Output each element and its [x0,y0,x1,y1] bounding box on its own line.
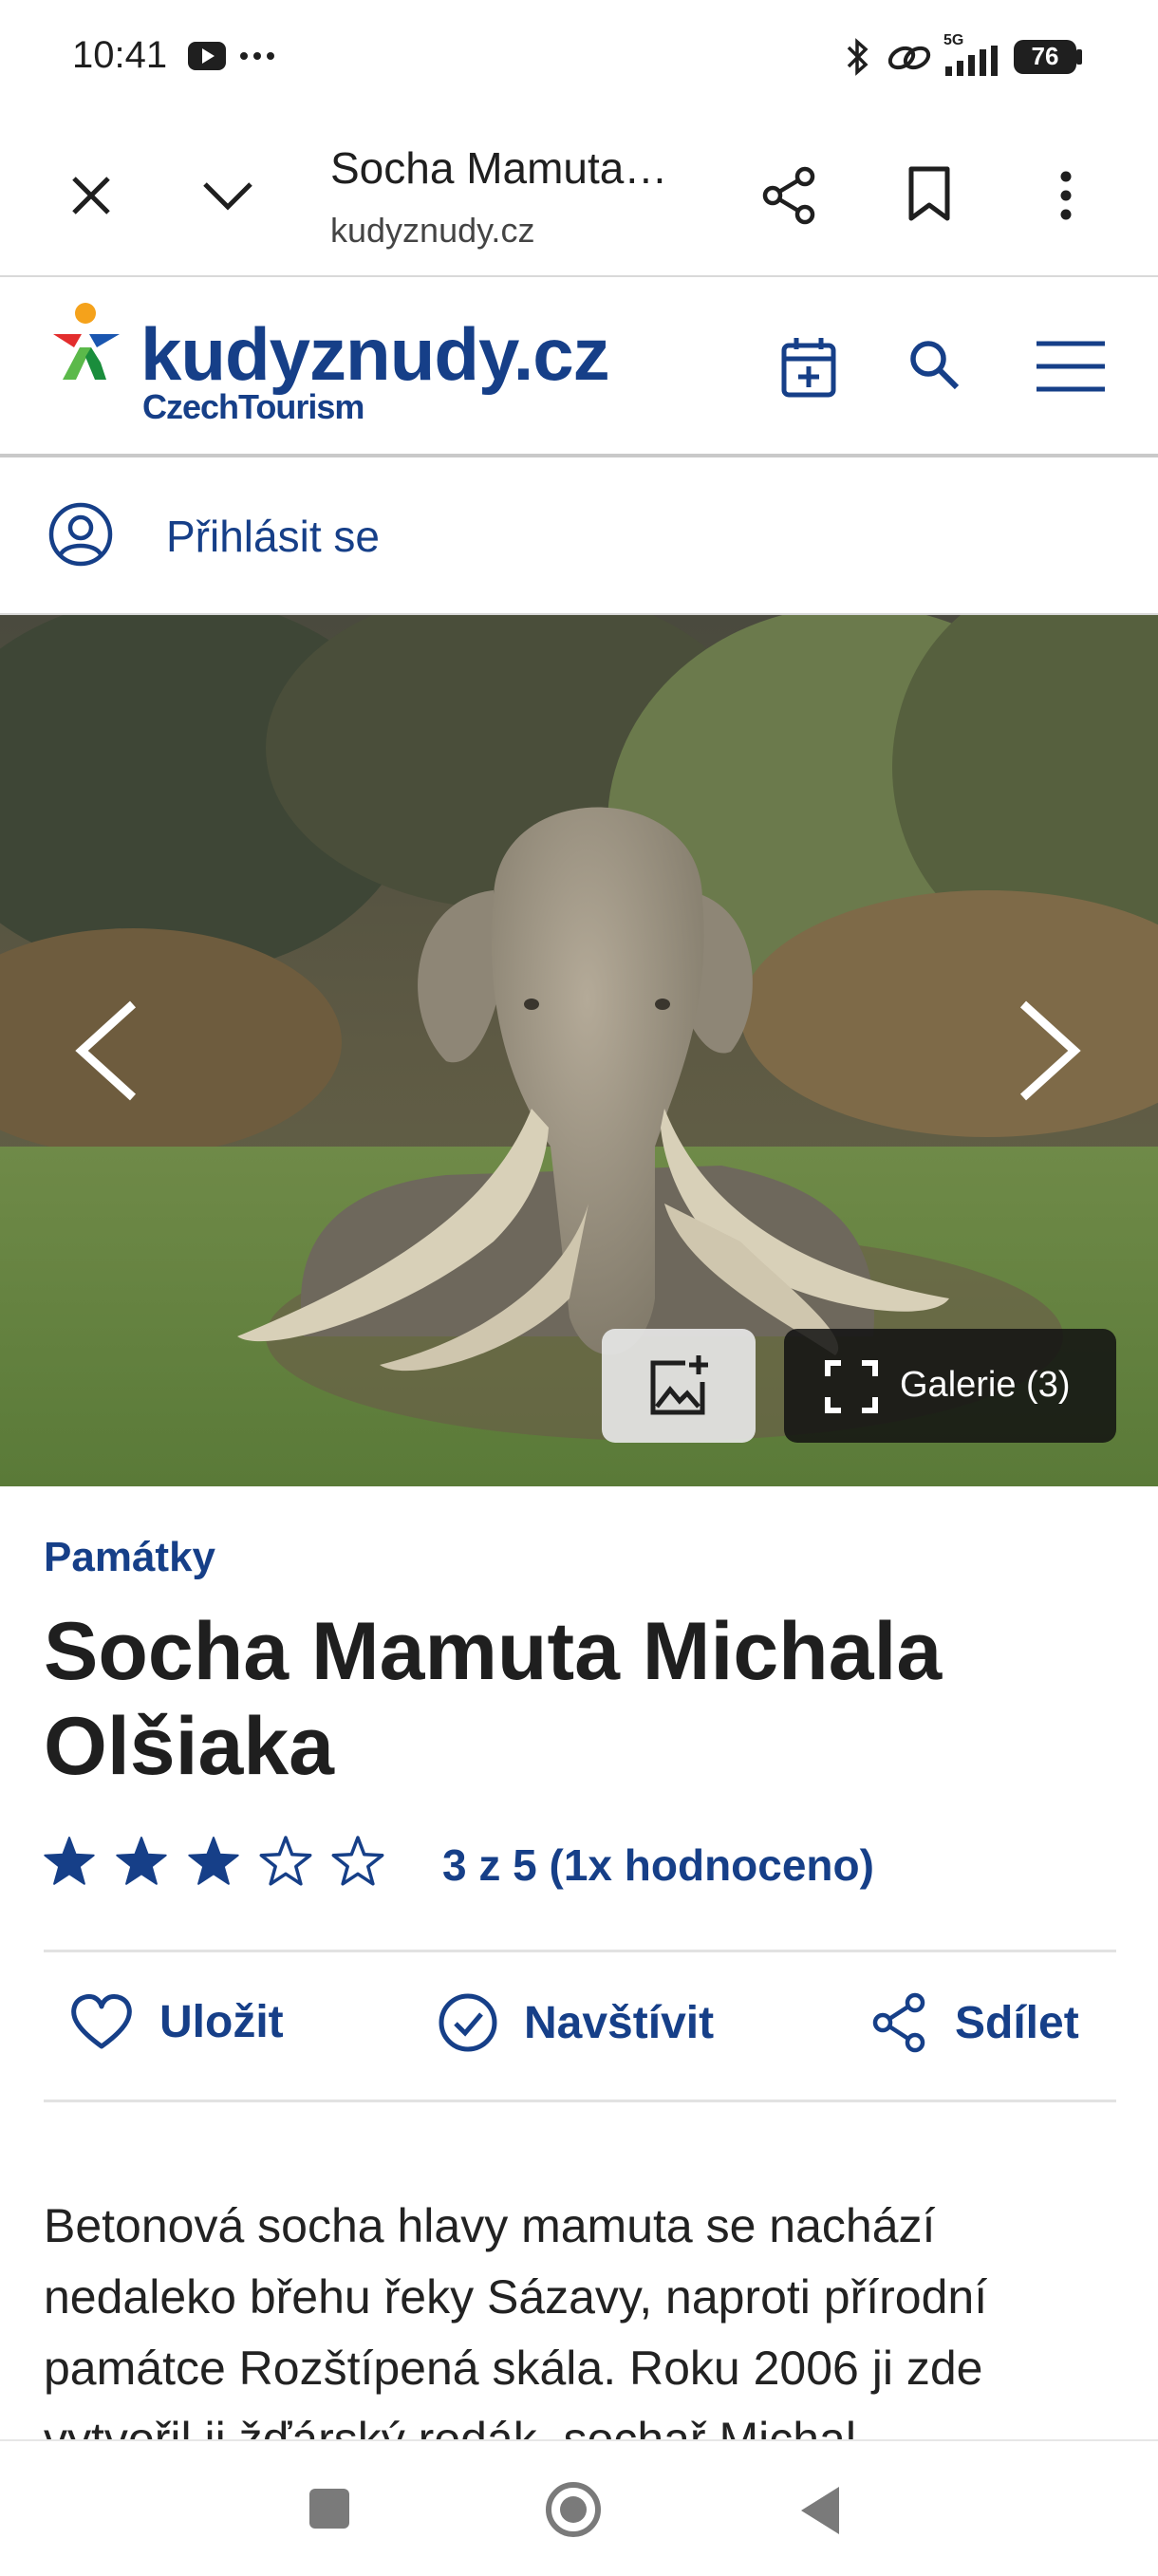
kudyznudy-logo[interactable] [47,300,123,385]
share-article-button[interactable]: Sdílet [869,1991,1079,2054]
youtube-notification-icon [188,42,226,70]
hotspot-link-icon [887,46,931,70]
share-icon [872,1992,925,2053]
star-filled-icon[interactable] [188,1837,239,1885]
fullscreen-icon [825,1360,878,1413]
status-time: 10:41 [72,34,168,76]
signal-icon [945,46,998,76]
hero-next-arrow-icon[interactable] [1010,999,1086,1103]
back-button[interactable] [795,2483,845,2538]
save-label: Uložit [159,1996,284,2047]
calendar-add-icon[interactable] [778,334,839,401]
brand-name[interactable]: kudyznudy.cz [140,311,610,398]
description-text: Betonová socha hlavy mamuta se nachází n… [44,2199,988,2466]
close-tab-icon[interactable] [66,171,116,220]
battery-tip [1076,49,1082,65]
add-photo-icon [650,1355,708,1415]
rating-stars[interactable] [42,1834,385,1894]
hamburger-menu-icon[interactable] [1035,338,1107,395]
chevron-down-icon[interactable] [199,175,256,216]
divider [44,2100,1116,2102]
home-button[interactable] [543,2479,604,2540]
brand-subtitle: CzechTourism [142,387,364,426]
more-options-icon[interactable] [1052,167,1080,224]
save-button[interactable]: Uložit [68,1991,284,2052]
divider [44,1950,1116,1952]
visit-button[interactable]: Navštívit [437,1991,714,2054]
star-empty-icon[interactable] [259,1836,312,1886]
gallery-label: Galerie (3) [900,1365,1071,1405]
check-circle-icon [439,1993,497,2052]
browser-toolbar [0,114,1158,277]
star-filled-icon[interactable] [116,1837,167,1885]
star-filled-icon[interactable] [44,1837,95,1885]
category-link[interactable]: Památky [44,1534,215,1581]
rating-text: 3 z 5 (1x hodnoceno) [442,1840,874,1890]
heart-icon [71,1994,132,2049]
share-icon[interactable] [759,165,820,226]
bookmark-icon[interactable] [904,163,955,224]
user-account-icon[interactable] [47,501,114,568]
share-label: Sdílet [955,1997,1079,2048]
search-icon[interactable] [906,336,962,393]
tab-title: Socha Mamuta… [330,143,668,193]
tab-url: kudyznudy.cz [330,211,535,250]
star-empty-icon[interactable] [331,1836,384,1886]
visit-label: Navštívit [524,1997,715,2048]
battery-level: 76 [1031,42,1059,70]
more-notifications-icon [240,52,274,60]
page-title: Socha Mamuta Michala Olšiaka [44,1606,943,1792]
hero-prev-arrow-icon[interactable] [70,999,146,1103]
recents-button[interactable] [309,2489,349,2529]
login-link[interactable]: Přihlásit se [166,511,380,562]
bluetooth-icon [847,38,868,76]
